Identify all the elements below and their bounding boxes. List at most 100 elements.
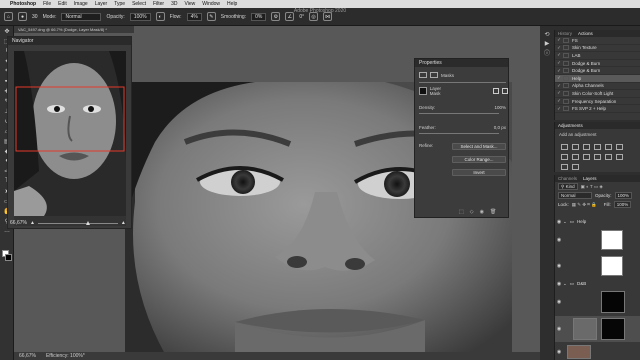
check-icon[interactable]: ✓ bbox=[555, 45, 563, 51]
zoom-in-icon[interactable]: ▲ bbox=[121, 220, 126, 226]
hue-sat-icon[interactable] bbox=[616, 144, 623, 150]
photo-filter-icon[interactable] bbox=[583, 154, 590, 160]
apply-mask-icon[interactable]: ◇ bbox=[470, 209, 474, 215]
menu-file[interactable]: File bbox=[43, 1, 51, 7]
menu-image[interactable]: Image bbox=[74, 1, 88, 7]
filter-icons[interactable]: ▣ ◐ T ▭ ◈ bbox=[581, 184, 603, 190]
play-icon[interactable]: ▶ bbox=[540, 39, 554, 48]
posterize-icon[interactable] bbox=[616, 154, 623, 160]
action-item[interactable]: ✓ Skin Texture bbox=[555, 45, 640, 53]
feather-value[interactable]: 0,0 px bbox=[494, 125, 506, 130]
menu-app-name[interactable]: Photoshop bbox=[10, 1, 36, 7]
dialog-toggle-icon[interactable] bbox=[563, 75, 569, 81]
eye-icon[interactable]: ◉ bbox=[555, 281, 563, 287]
menu-view[interactable]: View bbox=[185, 1, 196, 7]
brightness-icon[interactable] bbox=[561, 144, 568, 150]
adjustments-title[interactable]: Adjustments bbox=[558, 123, 583, 128]
dodge-tool-icon[interactable]: ● bbox=[18, 12, 27, 21]
action-item[interactable]: ✓ Skin Color-Soft Light bbox=[555, 90, 640, 98]
check-icon[interactable]: ✓ bbox=[555, 52, 563, 58]
dialog-toggle-icon[interactable] bbox=[563, 68, 569, 74]
check-icon[interactable]: ✓ bbox=[555, 83, 563, 89]
threshold-icon[interactable] bbox=[561, 164, 568, 170]
color-range-button[interactable]: Color Range... bbox=[452, 156, 506, 163]
dialog-toggle-icon[interactable] bbox=[563, 90, 569, 96]
eye-icon[interactable]: ◉ bbox=[555, 263, 563, 269]
action-item[interactable]: ✓ Dodge & Burn bbox=[555, 60, 640, 68]
brush-size-value[interactable]: 30 bbox=[32, 14, 38, 20]
status-zoom[interactable]: 66,67% bbox=[19, 353, 36, 359]
levels-icon[interactable] bbox=[572, 144, 579, 150]
navigator-thumbnail[interactable] bbox=[14, 51, 126, 226]
action-item[interactable]: ✓ Frequency Separation bbox=[555, 98, 640, 106]
eye-icon[interactable]: ◉ bbox=[555, 219, 563, 225]
document-tab[interactable]: VAC_5497.dng @ 66.7% (Dodge, Layer Mask/… bbox=[14, 26, 134, 33]
history-icon[interactable]: ⟲ bbox=[540, 30, 554, 39]
layer-row[interactable]: ◉ bbox=[555, 253, 640, 278]
info-icon[interactable]: ⓘ bbox=[540, 48, 554, 57]
tab-layers[interactable]: Layers bbox=[583, 176, 597, 181]
background-color-swatch[interactable] bbox=[5, 254, 12, 261]
dialog-toggle-icon[interactable] bbox=[563, 60, 569, 66]
gradient-map-icon[interactable] bbox=[572, 164, 579, 170]
action-item[interactable]: ✓ Alpha Channels bbox=[555, 83, 640, 91]
lock-icons[interactable]: ▦ ✎ ✥ ⌗ 🔒 bbox=[572, 202, 597, 208]
fill-input[interactable]: 100% bbox=[613, 201, 632, 208]
blend-mode-select[interactable]: Normal bbox=[558, 192, 592, 199]
color-balance-icon[interactable] bbox=[561, 154, 568, 160]
opacity-input[interactable]: 100% bbox=[129, 12, 151, 21]
invert-adjust-icon[interactable] bbox=[605, 154, 612, 160]
properties-header[interactable]: Properties bbox=[415, 59, 508, 67]
eye-icon[interactable]: ◉ bbox=[555, 299, 563, 305]
chevron-down-icon[interactable]: ⌄ bbox=[563, 219, 567, 225]
delete-mask-icon[interactable]: 🗑 bbox=[490, 209, 496, 215]
pixel-mask-icon[interactable] bbox=[419, 72, 427, 78]
menu-3d[interactable]: 3D bbox=[171, 1, 177, 7]
action-item[interactable]: ✓ FS SVP 2 + Help bbox=[555, 105, 640, 113]
airbrush-icon[interactable]: ✎ bbox=[206, 12, 216, 21]
navigator-zoom-slider[interactable] bbox=[37, 220, 118, 225]
check-icon[interactable]: ✓ bbox=[555, 90, 563, 96]
layer-row[interactable]: ◉ bbox=[555, 227, 640, 252]
vector-mask-icon[interactable] bbox=[430, 72, 438, 78]
mode-select[interactable]: Normal bbox=[61, 12, 102, 21]
menu-layer[interactable]: Layer bbox=[95, 1, 108, 7]
check-icon[interactable]: ✓ bbox=[555, 75, 563, 81]
layer-row[interactable]: ◉ bbox=[555, 289, 640, 315]
slider-knob[interactable] bbox=[85, 220, 90, 225]
tab-actions[interactable]: Actions bbox=[578, 31, 593, 36]
select-and-mask-button[interactable]: Select and Mask... bbox=[452, 143, 506, 150]
density-value[interactable]: 100% bbox=[494, 105, 506, 110]
feather-slider[interactable] bbox=[419, 133, 499, 134]
invert-button[interactable]: Invert bbox=[452, 169, 506, 176]
navigator-zoom-value[interactable]: 66,67% bbox=[10, 220, 27, 226]
action-item[interactable]: ✓ Help bbox=[555, 74, 640, 83]
tab-history[interactable]: History bbox=[558, 31, 572, 36]
color-swatches[interactable] bbox=[2, 250, 12, 262]
kind-filter-select[interactable]: ⚲ Kind bbox=[558, 183, 578, 190]
tab-channels[interactable]: Channels bbox=[558, 176, 577, 181]
exposure-icon[interactable] bbox=[594, 144, 601, 150]
eye-icon[interactable]: ◉ bbox=[555, 237, 563, 243]
action-item[interactable]: ✓ Dodge & Burn bbox=[555, 67, 640, 75]
action-item[interactable]: ✓ LAB bbox=[555, 52, 640, 60]
home-icon[interactable]: ⌂ bbox=[4, 12, 13, 21]
layer-group-help[interactable]: ◉ ⌄ ▭ Help bbox=[555, 217, 640, 226]
action-item[interactable]: ✓ FS bbox=[555, 37, 640, 45]
dialog-toggle-icon[interactable] bbox=[563, 37, 569, 43]
density-slider[interactable] bbox=[419, 113, 499, 114]
pressure-opacity-icon[interactable]: ◐ bbox=[155, 12, 165, 21]
add-vector-mask-icon[interactable] bbox=[502, 88, 508, 94]
curves-icon[interactable] bbox=[583, 144, 590, 150]
check-icon[interactable]: ✓ bbox=[555, 60, 563, 66]
dialog-toggle-icon[interactable] bbox=[563, 52, 569, 58]
menu-help[interactable]: Help bbox=[227, 1, 237, 7]
menu-type[interactable]: Type bbox=[114, 1, 125, 7]
channel-mixer-icon[interactable] bbox=[594, 154, 601, 160]
navigator-header[interactable]: Navigator bbox=[8, 37, 131, 45]
check-icon[interactable]: ✓ bbox=[555, 98, 563, 104]
layer-row[interactable]: ◉ bbox=[555, 343, 640, 360]
toggle-mask-icon[interactable]: ◉ bbox=[480, 209, 484, 215]
menu-window[interactable]: Window bbox=[202, 1, 220, 7]
dialog-toggle-icon[interactable] bbox=[563, 106, 569, 112]
